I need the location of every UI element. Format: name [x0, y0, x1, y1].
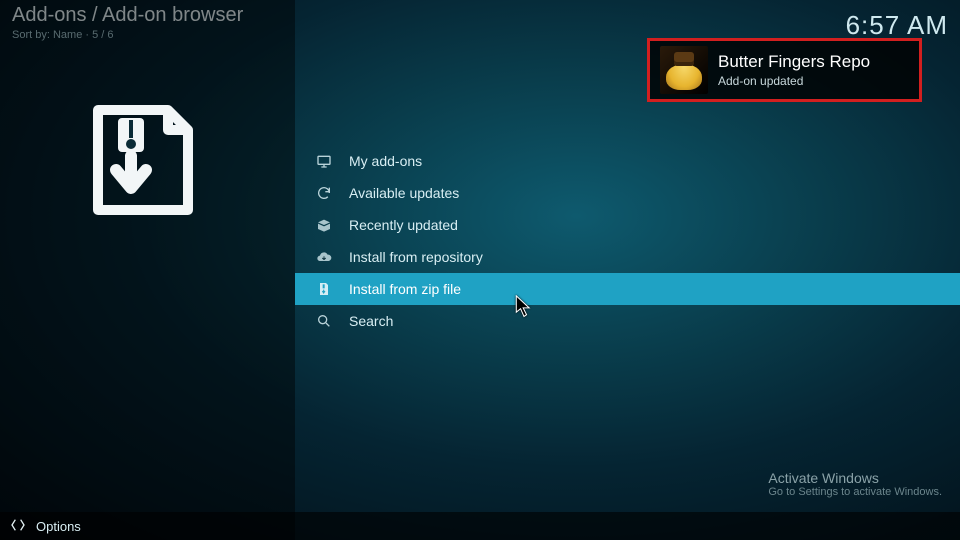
menu-item-install-from-zip[interactable]: Install from zip file	[295, 273, 960, 305]
zip-archive-icon	[78, 100, 218, 225]
menu-item-label: Available updates	[349, 185, 459, 201]
cloud-download-icon	[315, 248, 333, 266]
options-icon[interactable]	[10, 517, 26, 536]
options-button[interactable]: Options	[36, 519, 81, 534]
addon-browser-menu: My add-ons Available updates Recently up…	[295, 145, 960, 337]
notification-title: Butter Fingers Repo	[718, 52, 870, 72]
watermark-line2: Go to Settings to activate Windows.	[768, 486, 942, 498]
menu-item-recently-updated[interactable]: Recently updated	[295, 209, 960, 241]
addon-updated-notification: Butter Fingers Repo Add-on updated	[647, 38, 922, 102]
notification-text: Butter Fingers Repo Add-on updated	[718, 52, 870, 88]
clock: 6:57 AM	[846, 10, 948, 41]
footer-bar: Options	[0, 512, 960, 540]
menu-item-label: Recently updated	[349, 217, 458, 233]
menu-item-label: Search	[349, 313, 393, 329]
menu-item-label: My add-ons	[349, 153, 422, 169]
zip-file-icon	[315, 280, 333, 298]
notification-subtitle: Add-on updated	[718, 74, 870, 88]
box-open-icon	[315, 216, 333, 234]
menu-item-search[interactable]: Search	[295, 305, 960, 337]
tv-icon	[315, 152, 333, 170]
notification-thumbnail	[660, 46, 708, 94]
menu-item-my-addons[interactable]: My add-ons	[295, 145, 960, 177]
search-icon	[315, 312, 333, 330]
sidebar	[0, 0, 295, 540]
menu-item-label: Install from repository	[349, 249, 483, 265]
menu-item-label: Install from zip file	[349, 281, 461, 297]
watermark-line1: Activate Windows	[768, 470, 942, 486]
windows-activation-watermark: Activate Windows Go to Settings to activ…	[768, 470, 942, 498]
menu-item-install-from-repository[interactable]: Install from repository	[295, 241, 960, 273]
refresh-icon	[315, 184, 333, 202]
menu-item-available-updates[interactable]: Available updates	[295, 177, 960, 209]
